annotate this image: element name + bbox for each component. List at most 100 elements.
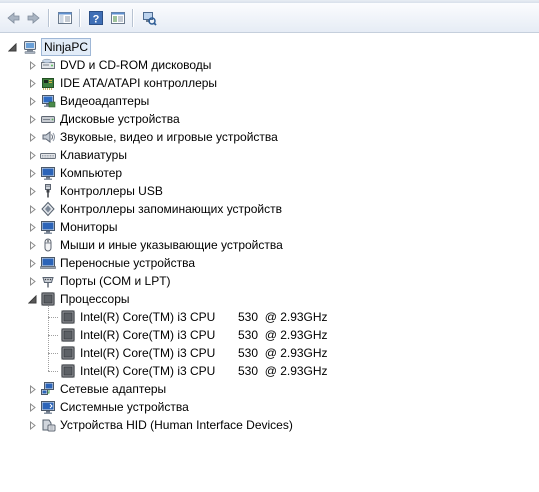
portable-device-icon	[40, 255, 56, 271]
category-label: Видеоадаптеры	[60, 94, 150, 108]
tree-category-node[interactable]: Порты (COM и LPT)	[40, 272, 171, 290]
help-button[interactable]: ?	[86, 8, 106, 28]
category-expander[interactable]	[28, 133, 37, 142]
category-label: Устройства HID (Human Interface Devices)	[60, 418, 293, 432]
processor-icon	[40, 291, 56, 307]
disk-drive-icon	[40, 111, 56, 127]
hid-icon	[40, 417, 56, 433]
tree-category-node[interactable]: Системные устройства	[40, 398, 189, 416]
help-icon: ?	[88, 10, 104, 26]
system-device-icon	[40, 399, 56, 415]
toolbar: ?	[0, 3, 539, 33]
device-name: Intel(R) Core(TM) i3 CPU	[80, 328, 216, 342]
category-expander[interactable]	[28, 205, 37, 214]
category-label: Мыши и иные указывающие устройства	[60, 238, 283, 252]
tree-category-node[interactable]: DVD и CD-ROM дисководы	[40, 56, 211, 74]
tree-device-node[interactable]: Intel(R) Core(TM) i3 CPU 530 @ 2.93GHz	[60, 326, 328, 344]
processor-icon	[60, 363, 76, 379]
category-expander[interactable]	[28, 277, 37, 286]
category-label: Контроллеры USB	[60, 184, 163, 198]
category-expander[interactable]	[28, 421, 37, 430]
port-icon	[40, 273, 56, 289]
category-expander[interactable]	[28, 115, 37, 124]
category-label: Клавиатуры	[60, 148, 127, 162]
tree-category-node[interactable]: Дисковые устройства	[40, 110, 180, 128]
category-expander[interactable]	[28, 187, 37, 196]
properties-view-button[interactable]	[108, 8, 128, 28]
tree-category-node[interactable]: IDE ATA/ATAPI контроллеры	[40, 74, 217, 92]
device-model: 530 @ 2.93GHz	[238, 328, 328, 342]
tree-category-node[interactable]: Клавиатуры	[40, 146, 127, 164]
tree-category-node[interactable]: Видеоадаптеры	[40, 92, 149, 110]
category-label: Компьютер	[60, 166, 123, 180]
category-label: Процессоры	[60, 292, 130, 306]
display-adapter-icon	[40, 93, 56, 109]
category-expander[interactable]	[28, 259, 37, 268]
tree-category-node[interactable]: Сетевые адаптеры	[40, 380, 166, 398]
category-expander[interactable]	[28, 403, 37, 412]
ide-controller-icon	[40, 75, 56, 91]
back-button[interactable]	[3, 8, 23, 28]
storage-controller-icon	[40, 201, 56, 217]
tree-category-node[interactable]: Контроллеры USB	[40, 182, 163, 200]
category-expander[interactable]	[28, 241, 37, 250]
category-label: Дисковые устройства	[60, 112, 180, 126]
category-expander[interactable]	[28, 385, 37, 394]
processor-icon	[60, 345, 76, 361]
properties-icon	[110, 10, 126, 26]
tree-category-node[interactable]: Переносные устройства	[40, 254, 195, 272]
tree-device-node[interactable]: Intel(R) Core(TM) i3 CPU 530 @ 2.93GHz	[60, 362, 328, 380]
category-expander[interactable]	[28, 151, 37, 160]
toolbar-separator	[79, 9, 80, 27]
category-label: Звуковые, видео и игровые устройства	[60, 130, 278, 144]
category-expander[interactable]	[28, 61, 37, 70]
device-name: Intel(R) Core(TM) i3 CPU	[80, 346, 216, 360]
tree-category-node[interactable]: Компьютер	[40, 164, 122, 182]
monitor-icon	[40, 165, 56, 181]
category-label: Порты (COM и LPT)	[60, 274, 171, 288]
tree-device-node[interactable]: Intel(R) Core(TM) i3 CPU 530 @ 2.93GHz	[60, 344, 328, 362]
category-expander[interactable]	[28, 295, 37, 304]
tree-connector	[48, 353, 58, 354]
tree-connector	[48, 335, 58, 336]
category-expander[interactable]	[28, 97, 37, 106]
category-expander[interactable]	[28, 79, 37, 88]
device-name: Intel(R) Core(TM) i3 CPU	[80, 310, 216, 324]
root-expander[interactable]	[8, 43, 17, 52]
tree-device-node[interactable]: Intel(R) Core(TM) i3 CPU 530 @ 2.93GHz	[60, 308, 328, 326]
category-label: Мониторы	[60, 220, 118, 234]
keyboard-icon	[40, 147, 56, 163]
tree-connector	[48, 317, 58, 318]
device-name: Intel(R) Core(TM) i3 CPU	[80, 364, 216, 378]
show-hide-console-tree-button[interactable]	[55, 8, 75, 28]
category-label: Контроллеры запоминающих устройств	[60, 202, 282, 216]
toolbar-separator	[48, 9, 49, 27]
tree-root-node[interactable]: NinjaPC	[22, 38, 92, 56]
monitor-icon	[40, 219, 56, 235]
speaker-icon	[40, 129, 56, 145]
device-tree[interactable]: NinjaPC DVD и CD-ROM дисководы IDE ATA/ATA…	[0, 34, 539, 492]
tree-category-node[interactable]: Контроллеры запоминающих устройств	[40, 200, 282, 218]
tree-category-node[interactable]: Звуковые, видео и игровые устройства	[40, 128, 278, 146]
category-label: IDE ATA/ATAPI контроллеры	[60, 76, 218, 90]
tree-category-node[interactable]: Мыши и иные указывающие устройства	[40, 236, 283, 254]
tree-category-node[interactable]: Мониторы	[40, 218, 117, 236]
category-expander[interactable]	[28, 223, 37, 232]
toolbar-separator	[132, 9, 133, 27]
scan-hardware-icon	[141, 10, 157, 26]
tree-category-node[interactable]: Процессоры	[40, 290, 130, 308]
tree-category-node[interactable]: Устройства HID (Human Interface Devices)	[40, 416, 293, 434]
tree-connector	[48, 371, 58, 372]
device-model: 530 @ 2.93GHz	[238, 346, 328, 360]
computer-icon	[22, 39, 38, 55]
mouse-icon	[40, 237, 56, 253]
scan-hardware-button[interactable]	[139, 8, 159, 28]
root-node-label: NinjaPC	[41, 38, 92, 56]
forward-button[interactable]	[24, 8, 44, 28]
console-tree-icon	[57, 10, 73, 26]
category-label: Переносные устройства	[60, 256, 196, 270]
category-expander[interactable]	[28, 169, 37, 178]
tree-connector	[48, 306, 49, 371]
category-label: DVD и CD-ROM дисководы	[60, 58, 212, 72]
svg-text:?: ?	[93, 14, 100, 26]
